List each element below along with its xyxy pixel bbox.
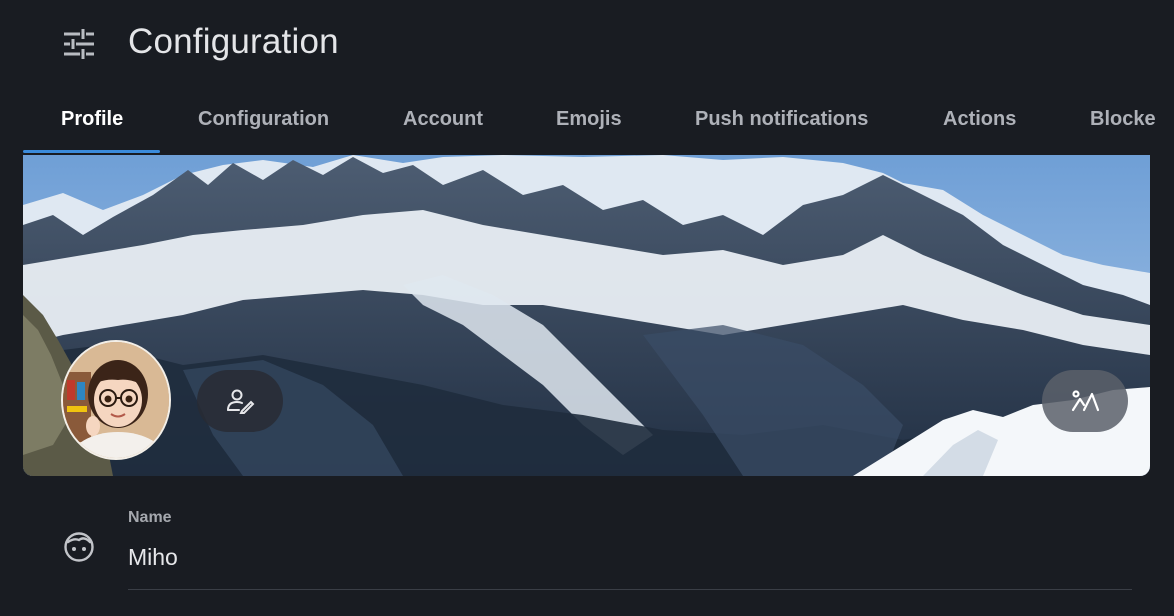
tab-bar: Profile Configuration Account Emojis Pus… [0,88,1174,154]
tab-push-notifications[interactable]: Push notifications [695,108,868,131]
landscape-edit-icon [1071,390,1100,412]
tab-emojis[interactable]: Emojis [556,108,622,131]
tab-account[interactable]: Account [403,108,483,131]
tab-profile[interactable]: Profile [61,108,123,131]
name-field-label: Name [128,509,172,526]
tab-configuration[interactable]: Configuration [198,108,329,131]
active-tab-indicator [23,150,160,153]
app-header: Configuration [0,0,1174,88]
avatar[interactable] [61,340,171,460]
banner-image [23,155,1150,476]
tab-blocked[interactable]: Blocke [1090,108,1156,131]
name-field[interactable]: Miho [128,544,178,571]
tab-actions[interactable]: Actions [943,108,1016,131]
page-title: Configuration [128,22,339,61]
edit-avatar-button[interactable] [197,370,283,432]
name-field-underline [128,589,1132,590]
avatar-image [63,342,169,458]
person-edit-icon [227,389,255,414]
profile-banner[interactable] [23,155,1150,476]
edit-banner-button[interactable] [1042,370,1128,432]
tune-sliders-icon[interactable] [60,26,98,62]
face-icon [64,532,94,562]
